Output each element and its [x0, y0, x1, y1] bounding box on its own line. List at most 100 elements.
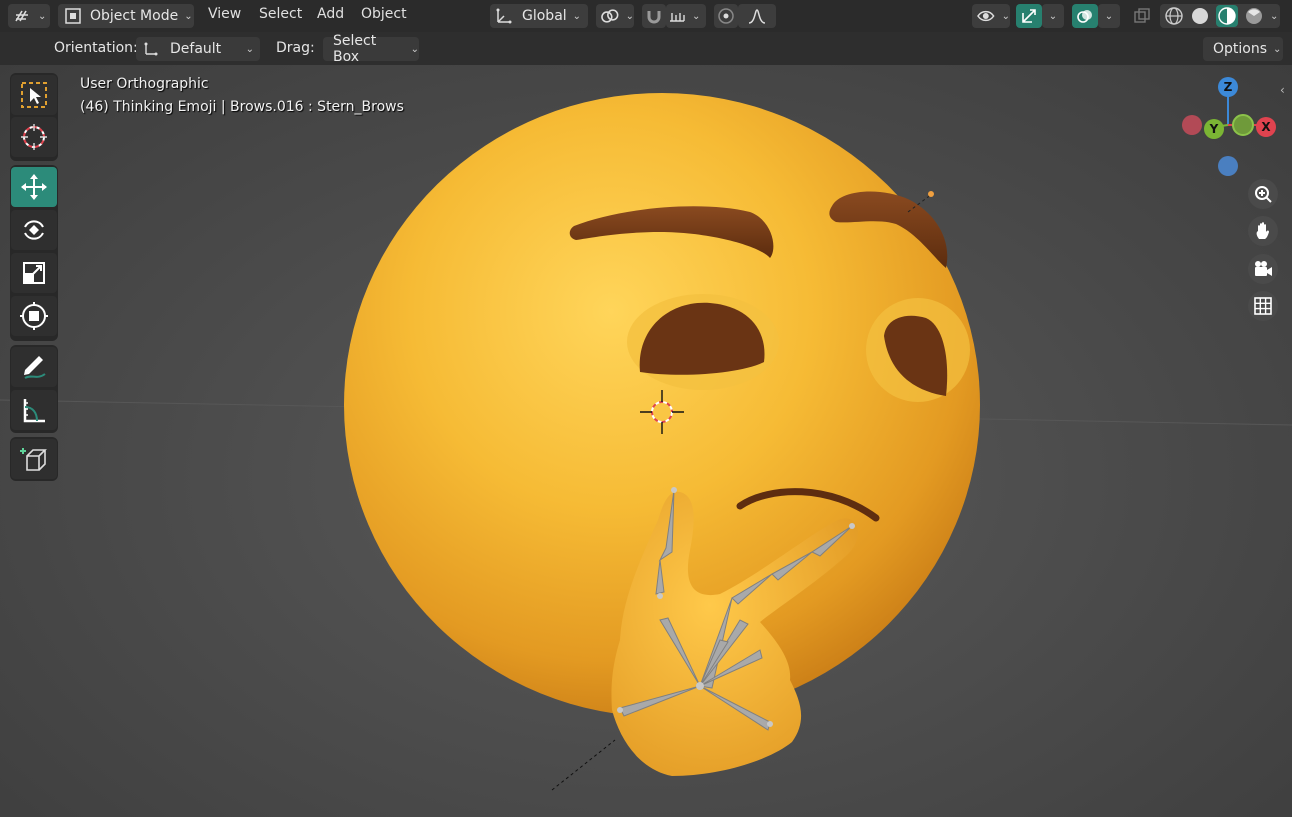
annotate-icon	[24, 356, 46, 379]
drag-label: Drag:	[276, 40, 315, 56]
visibility-icon	[977, 10, 995, 22]
mode-label: Object Mode	[90, 8, 179, 24]
drag-dropdown[interactable]: Select Box ⌄	[323, 33, 419, 65]
gizmo-axis-z[interactable]: Z	[1218, 77, 1238, 97]
options-dropdown[interactable]: Options ⌄	[1203, 37, 1283, 61]
transform-orientation-dropdown[interactable]: Global ⌄	[490, 4, 588, 28]
relationship-line	[551, 739, 616, 791]
chevron-down-icon: ⌄	[572, 10, 582, 22]
shading-mode-group: ⌄	[1160, 4, 1280, 28]
pivot-point-button[interactable]: ⌄	[596, 4, 634, 28]
overlay-toggle[interactable]	[1072, 4, 1098, 28]
scale-icon	[23, 262, 45, 284]
gizmo-axis-neg-x[interactable]	[1182, 115, 1202, 135]
tool-add-cube[interactable]	[11, 439, 57, 479]
select-box-icon	[21, 82, 47, 108]
mode-selector[interactable]: Object Mode ⌄	[58, 4, 194, 28]
orientation-value: Default	[170, 41, 222, 57]
chevron-down-icon: ⌄	[1273, 43, 1282, 55]
tool-transform[interactable]	[11, 296, 57, 336]
proportional-icon	[718, 8, 734, 24]
scene-render	[0, 93, 1292, 791]
grid-icon	[1254, 297, 1272, 315]
falloff-icon	[748, 9, 766, 24]
object-origin	[928, 191, 934, 197]
menu-select[interactable]: Select	[259, 6, 302, 22]
tool-scale[interactable]	[11, 253, 57, 293]
tool-measure[interactable]	[11, 390, 57, 430]
shading-material-icon	[1218, 7, 1236, 25]
chevron-down-icon: ⌄	[1001, 10, 1010, 22]
menu-view[interactable]: View	[208, 6, 241, 22]
object-info: (46) Thinking Emoji | Brows.016 : Stern_…	[80, 99, 404, 115]
navigation-gizmo[interactable]: Z Y X	[1176, 75, 1280, 179]
gizmo-axis-y[interactable]: Y	[1204, 119, 1224, 139]
shading-material-button[interactable]	[1216, 5, 1238, 27]
chevron-down-icon: ⌄	[410, 43, 419, 55]
xray-toggle[interactable]	[1130, 4, 1154, 28]
gizmo-icon	[1022, 9, 1036, 23]
shading-rendered-icon[interactable]	[1244, 6, 1264, 26]
shading-wire-icon[interactable]	[1164, 6, 1184, 26]
gizmo-axis-neg-z[interactable]	[1218, 156, 1238, 176]
tool-move[interactable]	[11, 167, 57, 207]
zoom-button[interactable]	[1248, 179, 1278, 209]
chevron-down-icon: ⌄	[692, 10, 701, 22]
add-cube-icon	[20, 448, 47, 471]
shading-solid-icon[interactable]	[1190, 6, 1210, 26]
view-name: User Orthographic	[80, 76, 209, 92]
camera-view-button[interactable]	[1248, 254, 1278, 284]
object-mode-icon	[65, 8, 81, 24]
editor-type-button[interactable]: ⌄	[8, 4, 50, 28]
tool-cursor[interactable]	[11, 117, 57, 157]
tool-select-box[interactable]	[11, 75, 57, 115]
pan-button[interactable]	[1248, 216, 1278, 246]
orientation-label: Orientation:	[54, 40, 138, 56]
proportional-editing-toggle[interactable]	[714, 4, 738, 28]
snap-element-dropdown[interactable]: ⌄	[666, 4, 706, 28]
sidebar-toggle[interactable]: ‹	[1280, 83, 1292, 99]
link-icon	[601, 9, 619, 23]
gizmo-axis-neg-y[interactable]	[1232, 114, 1254, 136]
overlay-dropdown[interactable]: ⌄	[1098, 4, 1120, 28]
editor-type-icon	[15, 10, 28, 22]
move-icon	[21, 174, 47, 200]
tool-annotate[interactable]	[11, 347, 57, 387]
viewport-header: ⌄ Object Mode ⌄ View Select Add Object G…	[0, 0, 1292, 32]
transform-icon	[144, 42, 158, 56]
ortho-toggle-button[interactable]	[1248, 291, 1278, 321]
chevron-down-icon: ⌄	[625, 10, 634, 22]
drag-value: Select Box	[333, 33, 377, 65]
cursor-icon	[21, 124, 47, 150]
chevron-down-icon: ⌄	[245, 43, 254, 55]
transform-orientation-label: Global	[522, 8, 567, 24]
zoom-icon	[1255, 186, 1272, 203]
overlay-icon	[1077, 10, 1092, 23]
camera-icon	[1255, 261, 1272, 276]
tool-rotate[interactable]	[11, 210, 57, 250]
measure-icon	[23, 399, 45, 423]
menu-add[interactable]: Add	[317, 6, 344, 22]
snap-grid-icon	[670, 13, 685, 22]
transform-icon	[20, 302, 48, 330]
visibility-dropdown[interactable]: ⌄	[972, 4, 1010, 28]
tool-settings-bar: Orientation: Default ⌄ Drag: Select Box …	[0, 32, 1292, 65]
chevron-down-icon: ⌄	[1270, 10, 1279, 22]
snap-toggle[interactable]	[642, 4, 666, 28]
gizmo-dropdown[interactable]: ⌄	[1042, 4, 1064, 28]
chevron-down-icon: ⌄	[38, 10, 47, 22]
gizmo-axis-x[interactable]: X	[1256, 117, 1276, 137]
chevron-down-icon: ⌄	[1048, 10, 1058, 22]
xray-icon	[1134, 8, 1150, 23]
transform-icon	[496, 8, 512, 24]
rotate-icon	[24, 220, 44, 240]
magnet-icon	[647, 11, 661, 24]
chevron-down-icon: ⌄	[184, 10, 193, 22]
options-label: Options	[1213, 41, 1268, 57]
gizmo-toggle[interactable]	[1016, 4, 1042, 28]
chevron-down-icon: ⌄	[1104, 10, 1114, 22]
3d-viewport[interactable]: User Orthographic (46) Thinking Emoji | …	[0, 65, 1292, 817]
orientation-dropdown[interactable]: Default ⌄	[136, 37, 260, 61]
proportional-falloff-dropdown[interactable]	[738, 4, 776, 28]
menu-object[interactable]: Object	[361, 6, 407, 22]
